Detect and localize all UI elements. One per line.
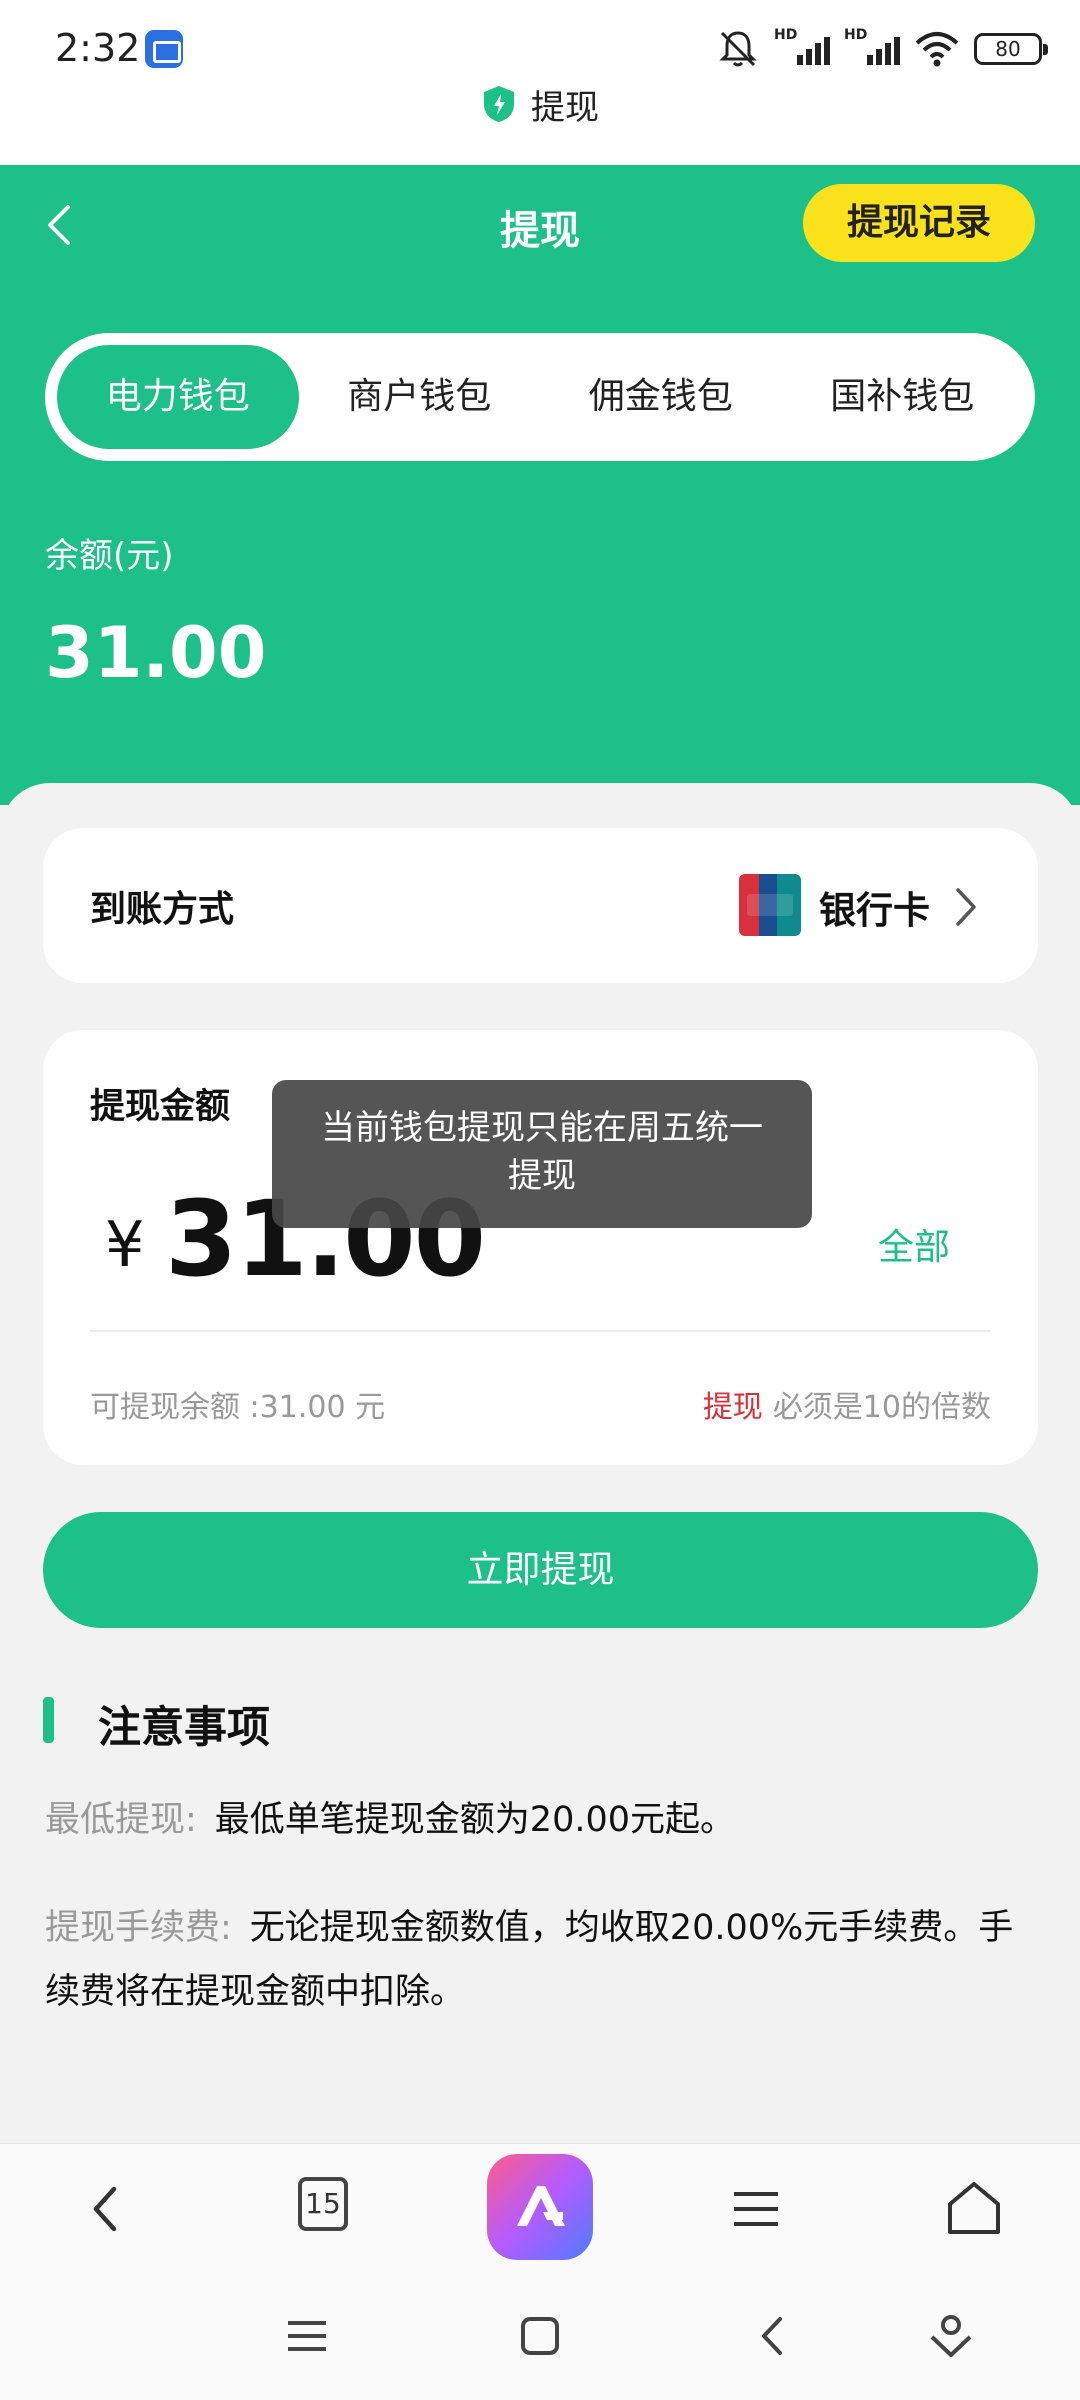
wallet-tabs: 电力钱包 商户钱包 佣金钱包 国补钱包	[45, 333, 1035, 461]
withdraw-amount-label: 提现金额	[90, 1087, 231, 1127]
signal-icon-2: HD	[844, 27, 900, 71]
toast-message: 当前钱包提现只能在周五统一提现	[272, 1080, 812, 1228]
balance-label: 余额(元)	[45, 536, 174, 576]
withdraw-now-button[interactable]: 立即提现	[43, 1512, 1038, 1628]
ai-assistant-button[interactable]	[487, 2154, 593, 2260]
tab-count-button[interactable]: 15	[298, 2177, 348, 2231]
currency-symbol: ¥	[105, 1208, 145, 1281]
note-key: 提现手续费:	[45, 1908, 232, 1948]
ai-logo-icon	[517, 2186, 565, 2226]
note-fee: 提现手续费: 无论提现金额数值，均收取20.00%元手续费。手续费将在提现金额中扣…	[45, 1896, 1035, 2024]
withdraw-rule-text: 提现 必须是10的倍数	[703, 1382, 991, 1426]
silent-bell-icon	[719, 31, 757, 67]
notes-accent-bar	[43, 1697, 54, 1743]
notes-title: 注意事项	[98, 1703, 270, 1753]
signal-hd-label-2: HD	[844, 27, 868, 43]
note-key: 最低提现:	[45, 1800, 197, 1840]
tab-commission-wallet[interactable]: 佣金钱包	[540, 345, 782, 449]
withdraw-record-button[interactable]: 提现记录	[803, 184, 1035, 262]
tab-merchant-wallet[interactable]: 商户钱包	[299, 345, 541, 449]
divider	[90, 1330, 991, 1332]
payout-method-label: 到账方式	[90, 889, 235, 930]
chevron-right-icon	[956, 888, 976, 926]
status-time: 2:32	[55, 26, 141, 70]
recent-apps-icon[interactable]	[282, 2311, 332, 2361]
assistant-icon[interactable]	[926, 2311, 976, 2361]
menu-icon[interactable]	[726, 2174, 786, 2244]
status-icons: HD HD 80	[716, 24, 1048, 74]
wifi-icon	[915, 32, 959, 67]
system-home-icon[interactable]	[515, 2311, 565, 2361]
browser-toolbar: 15	[0, 2143, 1080, 2273]
app-notification-icon	[145, 30, 183, 68]
balance-value: 31.00	[45, 612, 267, 694]
payout-method-card[interactable]: 到账方式 银行卡	[43, 828, 1038, 983]
rule-text: 必须是10的倍数	[772, 1390, 991, 1425]
rule-highlight: 提现	[702, 1390, 763, 1425]
shield-icon	[484, 86, 514, 122]
unionpay-icon	[739, 874, 801, 936]
browser-back-icon[interactable]	[76, 2174, 136, 2244]
note-text: 最低单笔提现金额为20.00元起。	[214, 1800, 735, 1840]
note-min-withdraw: 最低提现: 最低单笔提现金额为20.00元起。	[45, 1788, 1035, 1852]
system-back-icon[interactable]	[748, 2311, 798, 2361]
payout-method-value: 银行卡	[819, 889, 930, 932]
signal-hd-label: HD	[774, 27, 798, 43]
browser-page-title: 提现	[531, 87, 599, 128]
tab-power-wallet[interactable]: 电力钱包	[57, 345, 299, 449]
browser-title-bar: 提现	[0, 78, 1080, 130]
tab-subsidy-wallet[interactable]: 国补钱包	[782, 345, 1024, 449]
home-icon[interactable]	[944, 2174, 1004, 2244]
battery-icon: 80	[974, 33, 1048, 65]
system-navigation-bar	[0, 2273, 1080, 2400]
withdraw-all-button[interactable]: 全部	[878, 1218, 950, 1270]
status-bar: 2:32 HD HD 80 提现	[0, 0, 1080, 165]
available-balance-text: 可提现余额 :31.00 元	[90, 1390, 386, 1425]
signal-icon: HD	[774, 27, 830, 71]
